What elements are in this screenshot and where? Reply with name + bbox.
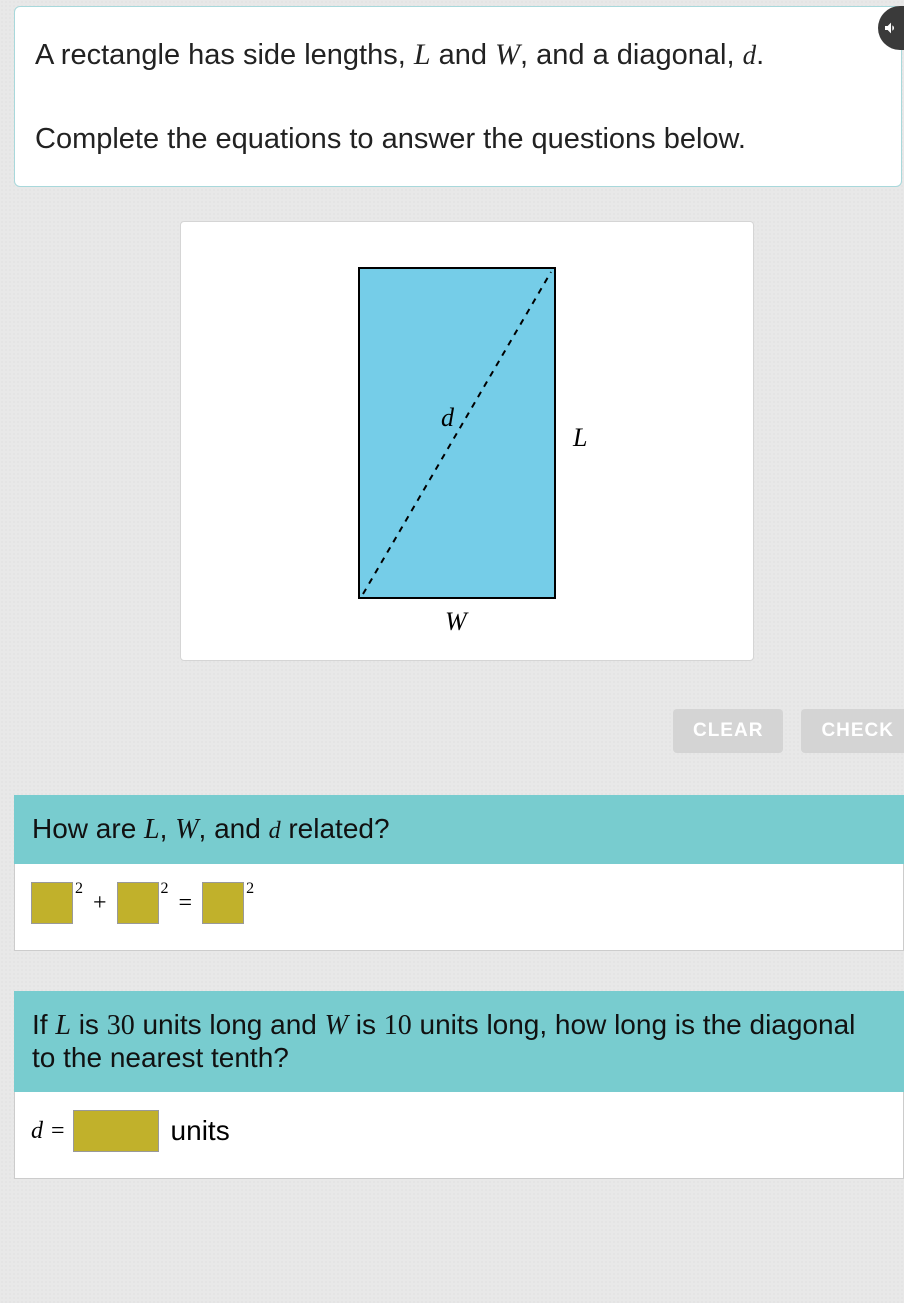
question-1: How are L, W, and d related? 2 + 2 = 2 [14, 795, 904, 951]
label-L: L [572, 423, 587, 452]
exponent: 2 [246, 880, 254, 898]
var-L: L [55, 1010, 71, 1041]
equals-sign: = [47, 1118, 69, 1145]
question-2-body: d = units [14, 1092, 904, 1179]
var-W: W [175, 814, 198, 845]
text: . [756, 39, 764, 71]
answer-input-d[interactable] [73, 1110, 159, 1152]
problem-statement: A rectangle has side lengths, L and W, a… [14, 6, 902, 187]
equation-input-2[interactable] [117, 882, 159, 924]
question-2-prompt: If L is 30 units long and W is 10 units … [14, 991, 904, 1092]
value-L: 30 [107, 1010, 135, 1041]
var-W: W [495, 38, 520, 71]
exponent: 2 [75, 880, 83, 898]
var-d: d [743, 40, 757, 70]
equation-input-3[interactable] [202, 882, 244, 924]
question-1-body: 2 + 2 = 2 [14, 864, 904, 951]
text: , and [199, 813, 269, 844]
text: is [71, 1009, 107, 1040]
problem-line-2: Complete the equations to answer the que… [35, 121, 881, 159]
text: A rectangle has side lengths, [35, 39, 414, 71]
equals-sign: = [175, 890, 197, 917]
text: , and a diagonal, [520, 39, 743, 71]
text: related? [281, 813, 390, 844]
text: , [160, 813, 176, 844]
var-L: L [144, 814, 160, 845]
text: units long and [135, 1009, 325, 1040]
clear-button[interactable]: CLEAR [673, 709, 783, 753]
check-button[interactable]: CHECK [801, 709, 904, 753]
text: If [32, 1009, 55, 1040]
var-d: d [31, 1118, 43, 1145]
rectangle-shape [359, 268, 555, 598]
question-1-prompt: How are L, W, and d related? [14, 795, 904, 864]
question-2: If L is 30 units long and W is 10 units … [14, 991, 904, 1179]
equation-input-1[interactable] [31, 882, 73, 924]
label-W: W [445, 607, 469, 636]
button-row: CLEAR CHECK [0, 709, 904, 753]
equation: 2 + 2 = 2 [31, 882, 254, 924]
var-W: W [325, 1010, 348, 1041]
units-label: units [171, 1115, 230, 1147]
label-d: d [441, 403, 455, 432]
plus-sign: + [89, 890, 111, 917]
var-d: d [269, 818, 281, 844]
problem-line-1: A rectangle has side lengths, L and W, a… [35, 35, 881, 75]
text: How are [32, 813, 144, 844]
exponent: 2 [161, 880, 169, 898]
text: and [431, 39, 496, 71]
text: is [348, 1009, 384, 1040]
var-L: L [414, 38, 431, 71]
value-W: 10 [384, 1010, 412, 1041]
figure: d L W [180, 221, 754, 661]
rectangle-diagram: d L W [181, 222, 755, 662]
